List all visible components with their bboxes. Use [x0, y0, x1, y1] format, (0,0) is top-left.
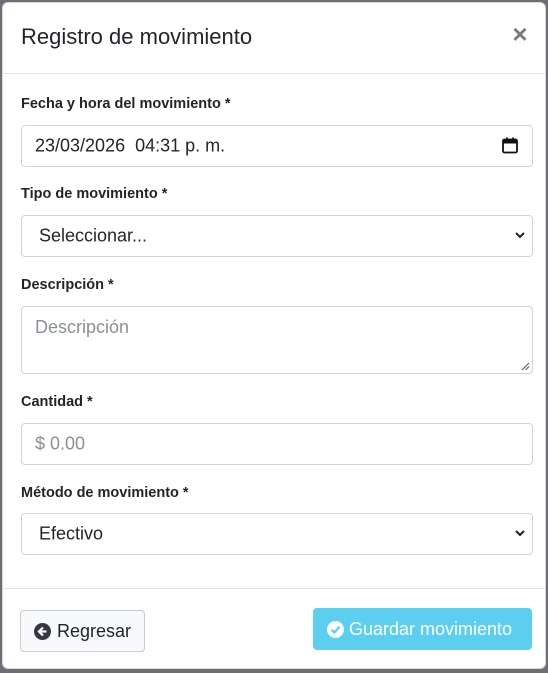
type-label: Tipo de movimiento *: [21, 186, 168, 202]
back-button-label: Regresar: [57, 620, 132, 641]
datetime-value: 23/03/2026 04:31 p. m.: [35, 135, 226, 156]
arrow-left-circle-icon: [34, 622, 51, 640]
save-button-label: Guardar movimiento: [349, 618, 513, 639]
method-selected-value: Efectivo: [39, 523, 104, 544]
description-label: Descripción *: [21, 277, 114, 293]
modal-title: Registro de movimiento: [21, 24, 253, 49]
save-movement-button[interactable]: Guardar movimiento: [313, 608, 532, 650]
description-textarea[interactable]: Descripción: [21, 306, 533, 374]
type-selected-value: Seleccionar...: [39, 225, 148, 246]
amount-label: Cantidad *: [21, 394, 93, 410]
modal-header: Registro de movimiento ×: [3, 3, 545, 74]
amount-input[interactable]: $ 0.00: [21, 423, 533, 465]
back-button[interactable]: Regresar: [20, 610, 145, 652]
datetime-input[interactable]: 23/03/2026 04:31 p. m.: [21, 125, 533, 167]
method-label: Método de movimiento *: [21, 485, 189, 501]
description-placeholder: Descripción: [35, 317, 130, 337]
type-select[interactable]: Seleccionar...: [21, 215, 533, 257]
close-button[interactable]: ×: [509, 21, 531, 47]
method-select[interactable]: Efectivo: [21, 513, 533, 555]
movement-modal: Registro de movimiento × Fecha y hora de…: [2, 2, 546, 669]
datetime-label: Fecha y hora del movimiento *: [21, 96, 231, 112]
check-circle-icon: [327, 620, 344, 638]
amount-placeholder: $ 0.00: [35, 433, 86, 454]
calendar-icon[interactable]: [502, 137, 518, 154]
chevron-down-icon: [515, 530, 525, 537]
chevron-down-icon: [515, 232, 525, 239]
resize-grip-icon[interactable]: [521, 362, 530, 371]
modal-footer: Regresar Guardar movimiento: [3, 588, 545, 669]
